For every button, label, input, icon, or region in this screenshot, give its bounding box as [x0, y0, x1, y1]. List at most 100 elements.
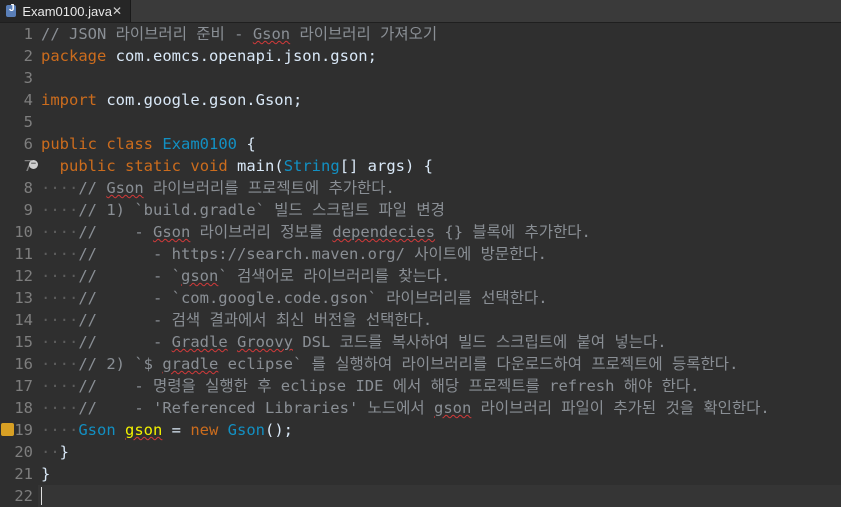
line-number: 6 — [23, 135, 33, 153]
code-line[interactable] — [38, 111, 841, 133]
code-line[interactable] — [38, 67, 841, 89]
code-token: main( — [227, 157, 284, 175]
gutter-row: 20 — [0, 441, 37, 463]
code-token: class — [106, 135, 154, 153]
code-line[interactable]: ····// 1) `build.gradle` 빌드 스크립트 파일 변경 — [38, 199, 841, 221]
code-line[interactable]: public static void main(String[] args) { — [38, 155, 841, 177]
gutter-row: 15 — [0, 331, 37, 353]
code-token: ···· — [41, 399, 79, 417]
code-line[interactable]: package com.eomcs.openapi.json.gson; — [38, 45, 841, 67]
code-token: } — [59, 443, 70, 461]
code-line[interactable]: ····// - 검색 결과에서 최신 버전을 선택한다. — [38, 309, 841, 331]
line-number: 9 — [23, 201, 33, 219]
line-number: 21 — [14, 465, 33, 483]
code-token: ·· — [41, 443, 60, 461]
code-line-text: public static void main(String[] args) { — [41, 155, 433, 177]
code-token: = — [162, 421, 191, 439]
warning-marker-icon[interactable] — [1, 423, 14, 436]
line-number: 12 — [14, 267, 33, 285]
code-line[interactable]: public class Exam0100 { — [38, 133, 841, 155]
line-number: 14 — [14, 311, 33, 329]
gutter-row: 21 — [0, 463, 37, 485]
fold-toggle-icon[interactable]: − — [29, 160, 38, 169]
code-token: import — [41, 91, 97, 109]
gutter-row: 16 — [0, 353, 37, 375]
code-line[interactable]: ····// - https://search.maven.org/ 사이트에 … — [38, 243, 841, 265]
code-token: // - `com.google.code.gson` 라이브러리를 선택한다. — [78, 289, 548, 307]
gutter-row: 13 — [0, 287, 37, 309]
gutter-row: 6 — [0, 133, 37, 155]
line-number-gutter: 1234567−8910111213141516171819202122 — [0, 23, 38, 507]
code-area[interactable]: // JSON 라이브러리 준비 - Gson 라이브러리 가져오기 packag… — [38, 23, 841, 507]
gutter-row: 2 — [0, 45, 37, 67]
code-line[interactable]: } — [38, 463, 841, 485]
code-line[interactable]: ····// Gson 라이브러리를 프로젝트에 추가한다. — [38, 177, 841, 199]
gutter-row: 11 — [0, 243, 37, 265]
code-token: 라이브러리를 프로젝트에 추가한다. — [143, 179, 395, 197]
code-line[interactable]: import com.google.gson.Gson; — [38, 89, 841, 111]
line-number: 15 — [14, 333, 33, 351]
code-line[interactable]: ····Gson gson = new Gson(); — [38, 419, 841, 441]
gutter-row: 22 — [0, 485, 37, 507]
line-number: 7 — [0, 155, 33, 177]
line-number: 16 — [14, 355, 33, 373]
code-line-text: ··} — [41, 441, 69, 463]
code-token: dependecies — [332, 223, 436, 241]
gutter-row: 9 — [0, 199, 37, 221]
code-token: public — [59, 157, 116, 175]
code-line[interactable]: ····// - `gson` 검색어로 라이브러리를 찾는다. — [38, 265, 841, 287]
code-line-text: ····// - 검색 결과에서 최신 버전을 선택한다. — [41, 309, 432, 331]
code-editor[interactable]: 1234567−8910111213141516171819202122 // … — [0, 23, 841, 507]
code-line-text: ····// - `gson` 검색어로 라이브러리를 찾는다. — [41, 265, 450, 287]
code-token: void — [190, 157, 228, 175]
code-token: ···· — [41, 289, 79, 307]
code-token: // 1) `build.gradle` 빌드 스크립트 파일 변경 — [78, 201, 445, 219]
line-number: 11 — [14, 245, 33, 263]
code-line[interactable]: ····// - `com.google.code.gson` 라이브러리를 선… — [38, 287, 841, 309]
code-line[interactable]: ····// - Gson 라이브러리 정보를 dependecies {} 블… — [38, 221, 841, 243]
code-token: Groovy — [237, 333, 293, 351]
code-line[interactable]: ····// - 'Referenced Libraries' 노드에서 gso… — [38, 397, 841, 419]
gutter-row: 17 — [0, 375, 37, 397]
code-token: // - 'Referenced Libraries' 노드에서 — [78, 399, 434, 417]
code-line[interactable]: ··} — [38, 441, 841, 463]
code-line-text: ····// Gson 라이브러리를 프로젝트에 추가한다. — [41, 177, 395, 199]
code-token: // - — [78, 223, 153, 241]
gutter-row: 19 — [0, 419, 37, 441]
code-line-text: ····// - https://search.maven.org/ 사이트에 … — [41, 243, 547, 265]
code-token: ···· — [41, 355, 79, 373]
code-line-text: package com.eomcs.openapi.json.gson; — [41, 45, 377, 67]
gutter-row: 18 — [0, 397, 37, 419]
code-token: (); — [265, 421, 293, 439]
tab-exam0100-java[interactable]: Exam0100.java ✕ — [0, 0, 131, 22]
code-line[interactable]: // JSON 라이브러리 준비 - Gson 라이브러리 가져오기 — [38, 23, 841, 45]
close-icon[interactable]: ✕ — [112, 4, 122, 18]
code-token: new — [190, 421, 219, 439]
code-line[interactable] — [38, 485, 841, 507]
code-token: Gson — [78, 421, 116, 439]
code-token: ` 검색어로 라이브러리를 찾는다. — [218, 267, 451, 285]
code-line[interactable]: ····// - Gradle Groovy DSL 코드를 복사하여 빌드 스… — [38, 331, 841, 353]
code-token: } — [41, 465, 51, 483]
gutter-row: 5 — [0, 111, 37, 133]
line-number: 8 — [23, 179, 33, 197]
code-token: com.eomcs.openapi.json.gson; — [106, 47, 377, 65]
code-line-text: import com.google.gson.Gson; — [41, 89, 302, 111]
gutter-row: 8 — [0, 177, 37, 199]
code-token: Gson — [227, 421, 265, 439]
code-token: com.google.gson.Gson; — [97, 91, 303, 109]
code-line-text: } — [41, 463, 50, 485]
code-token: gson — [125, 421, 163, 439]
code-line-text: ····// 2) `$ gradle eclipse` 를 실행하여 라이브러… — [41, 353, 738, 375]
code-line-text: ····// - `com.google.code.gson` 라이브러리를 선… — [41, 287, 548, 309]
code-token: 라이브러리 정보를 — [190, 223, 333, 241]
code-token: ···· — [41, 201, 79, 219]
code-line[interactable]: ····// - 명령을 실행한 후 eclipse IDE 에서 해당 프로젝… — [38, 375, 841, 397]
line-number: 10 — [14, 223, 33, 241]
code-line[interactable]: ····// 2) `$ gradle eclipse` 를 실행하여 라이브러… — [38, 353, 841, 375]
gutter-row: 4 — [0, 89, 37, 111]
code-token: { — [237, 135, 256, 153]
code-token: // - 검색 결과에서 최신 버전을 선택한다. — [78, 311, 433, 329]
